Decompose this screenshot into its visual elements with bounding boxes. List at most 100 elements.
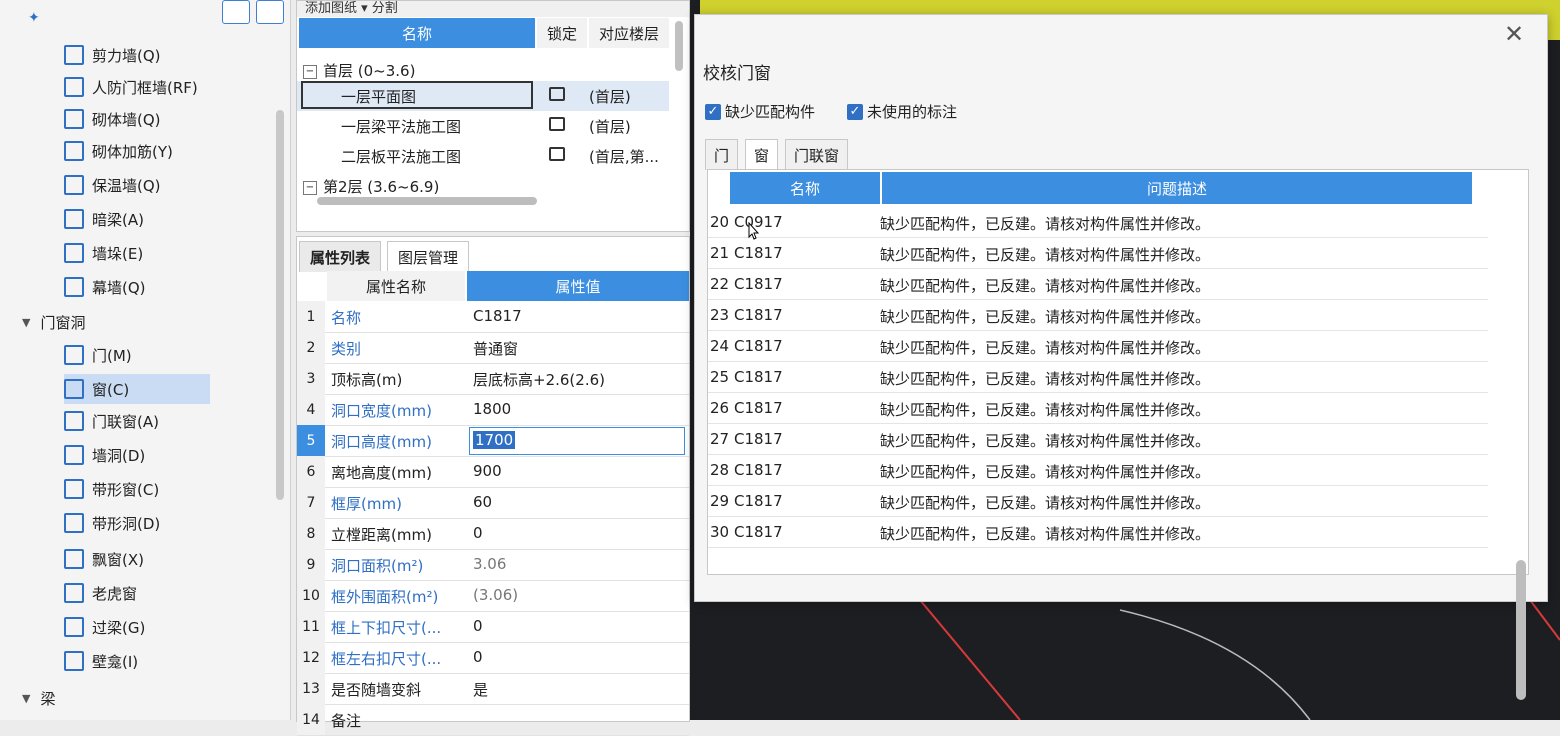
property-value[interactable]: 900 [473,462,502,480]
property-value[interactable]: 60 [473,493,492,511]
tree-item[interactable]: 窗(C) [64,374,210,404]
tab-door[interactable]: 门 [705,139,739,170]
tree-item[interactable]: 门联窗(A) [64,406,210,436]
drawing-hscrollbar[interactable] [317,197,537,205]
tree-group-beams[interactable]: ▼ 梁 [22,684,55,712]
property-row[interactable]: 9 洞口面积(m²) 3.06 [297,549,689,581]
property-value[interactable]: C1817 [473,307,522,325]
drawing-row[interactable]: 二层板平法施工图 (首层,第... [297,141,669,171]
issue-row[interactable]: 28 C1817 缺少匹配构件，已反建。请核对构件属性并修改。 [708,454,1488,486]
tab-door-window[interactable]: 门联窗 [785,139,849,170]
property-value[interactable]: (3.06) [473,586,518,604]
issue-row[interactable]: 22 C1817 缺少匹配构件，已反建。请核对构件属性并修改。 [708,268,1488,300]
lock-icon[interactable] [549,147,565,161]
property-value[interactable]: 3.06 [473,555,506,573]
property-row[interactable]: 7 框厚(mm) 60 [297,487,689,519]
collapse-icon[interactable]: − [303,64,317,79]
issue-row[interactable]: 26 C1817 缺少匹配构件，已反建。请核对构件属性并修改。 [708,392,1488,424]
issue-row[interactable]: 23 C1817 缺少匹配构件，已反建。请核对构件属性并修改。 [708,299,1488,331]
tab-layer-management[interactable]: 图层管理 [387,241,470,272]
tree-item-label: 保温墙(Q) [92,176,161,195]
drawing-toolbar: 添加图纸 ▾ 分割 [297,1,689,17]
issue-row[interactable]: 30 C1817 缺少匹配构件，已反建。请核对构件属性并修改。 [708,516,1488,548]
property-row[interactable]: 8 立樘距离(mm) 0 [297,518,689,550]
close-icon[interactable]: ✕ [1501,20,1527,48]
property-row[interactable]: 2 类别 普通窗 [297,332,689,364]
issue-row[interactable]: 21 C1817 缺少匹配构件，已反建。请核对构件属性并修改。 [708,237,1488,269]
property-row[interactable]: 6 离地高度(mm) 900 [297,456,689,488]
tree-item[interactable]: 带形洞(D) [64,508,210,538]
tree-item[interactable]: 砌体加筋(Y) [64,136,210,166]
tree-item[interactable]: 过梁(G) [64,612,210,642]
property-row[interactable]: 10 框外围面积(m²) (3.06) [297,580,689,612]
property-value-input[interactable]: 1700 [469,427,685,455]
property-value[interactable]: 层底标高+2.6(2.6) [473,369,605,390]
tree-item[interactable]: 人防门框墙(RF) [64,72,210,102]
collapse-icon[interactable]: − [303,180,317,195]
issue-row[interactable]: 20 C0917 缺少匹配构件，已反建。请核对构件属性并修改。 [708,206,1488,238]
tree-item[interactable]: 墙洞(D) [64,440,210,470]
issue-desc: 缺少匹配构件，已反建。请核对构件属性并修改。 [880,525,1211,543]
unused-label-checkbox[interactable]: ✓ 未使用的标注 [847,101,957,122]
drawing-row[interactable]: 一层梁平法施工图 (首层) [297,111,669,141]
tab-property-list[interactable]: 属性列表 [299,241,382,272]
masonry-wall-icon [64,109,84,129]
property-row[interactable]: 3 顶标高(m) 层底标高+2.6(2.6) [297,363,689,395]
drawing-vscrollbar[interactable] [675,21,683,71]
tree-item[interactable]: 飘窗(X) [64,544,210,574]
tree-item[interactable]: 壁龛(I) [64,646,210,676]
tree-item[interactable]: 保温墙(Q) [64,170,210,200]
tree-item[interactable]: 老虎窗 [64,578,210,608]
detail-view-icon[interactable] [256,0,284,24]
tree-item-label: 带形洞(D) [92,514,161,533]
issue-header-desc: 问题描述 [882,172,1472,204]
issue-row[interactable]: 29 C1817 缺少匹配构件，已反建。请核对构件属性并修改。 [708,485,1488,517]
property-row[interactable]: 11 框上下扣尺寸(... 0 [297,611,689,643]
tree-group-doors-windows[interactable]: ▼ 门窗洞 [22,308,85,336]
tab-window[interactable]: 窗 [745,139,779,170]
property-value[interactable]: 1800 [473,400,511,418]
caret-down-icon: ▼ [22,691,31,705]
issue-row[interactable]: 27 C1817 缺少匹配构件，已反建。请核对构件属性并修改。 [708,423,1488,455]
tree-item[interactable]: 剪力墙(Q) [64,40,210,70]
property-name: 框外围面积(m²) [331,588,439,606]
property-row[interactable]: 1 名称 C1817 [297,301,689,333]
issue-table-scrollbar[interactable] [1516,560,1526,700]
property-row[interactable]: 5 洞口高度(mm) 1700 [297,425,689,457]
tree-item[interactable]: 门(M) [64,340,210,370]
property-value[interactable]: 0 [473,648,483,666]
tree-item[interactable]: 带形窗(C) [64,474,210,504]
tree-item[interactable]: 墙垛(E) [64,238,210,268]
tree-item[interactable]: 砌体墙(Q) [64,104,210,134]
missing-match-checkbox[interactable]: ✓ 缺少匹配构件 [705,101,815,122]
property-row[interactable]: 4 洞口宽度(mm) 1800 [297,394,689,426]
property-value[interactable]: 是 [473,679,488,700]
tree-item[interactable]: 幕墙(Q) [64,272,210,302]
drawing-header-lock: 锁定 [537,18,587,48]
list-view-icon[interactable] [222,0,250,24]
property-row[interactable]: 14 备注 [297,704,689,736]
property-value[interactable]: 普通窗 [473,338,518,359]
tree-scrollbar[interactable] [276,110,284,500]
property-value[interactable]: 0 [473,617,483,635]
add-drawing-button[interactable]: 添加图纸 ▾ 分割 [305,0,398,16]
tree-item-label: 壁龛(I) [92,652,139,671]
drawing-row[interactable]: 一层平面图 (首层) [297,81,669,111]
property-name: 框上下扣尺寸(... [331,619,442,637]
sparkle-icon[interactable]: ✦ [28,10,40,26]
issue-row[interactable]: 24 C1817 缺少匹配构件，已反建。请核对构件属性并修改。 [708,330,1488,362]
issue-row[interactable]: 25 C1817 缺少匹配构件，已反建。请核对构件属性并修改。 [708,361,1488,393]
property-name: 洞口高度(mm) [331,433,432,451]
tree-item[interactable]: 暗梁(A) [64,204,210,234]
property-row[interactable]: 12 框左右扣尺寸(... 0 [297,642,689,674]
property-value[interactable]: 0 [473,524,483,542]
unlock-icon[interactable] [549,87,565,101]
curtain-wall-icon [64,277,84,297]
issue-desc: 缺少匹配构件，已反建。请核对构件属性并修改。 [880,246,1211,264]
property-row[interactable]: 13 是否随墙变斜 是 [297,673,689,705]
issue-idx: 22 [710,275,730,293]
property-name: 名称 [331,309,362,327]
lock-icon[interactable] [549,117,565,131]
issue-desc: 缺少匹配构件，已反建。请核对构件属性并修改。 [880,215,1211,233]
tree-item-label: 过梁(G) [92,618,146,637]
